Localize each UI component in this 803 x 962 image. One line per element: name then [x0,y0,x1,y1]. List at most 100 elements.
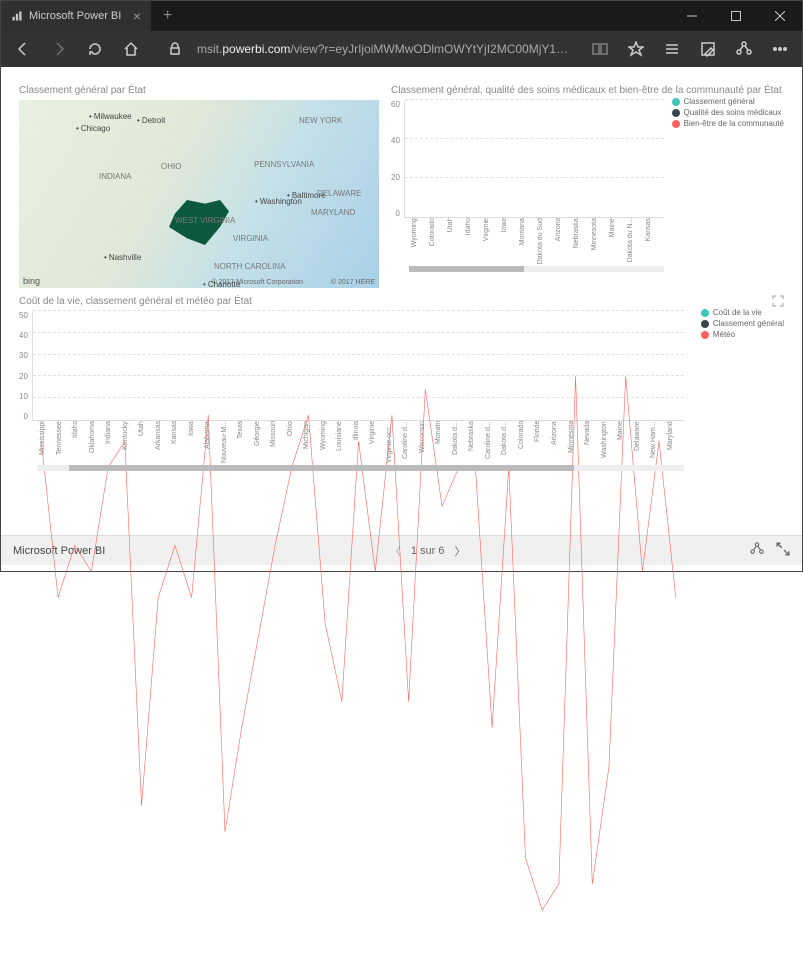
x-tick-label: Louisiane [336,421,352,463]
back-button[interactable] [7,33,39,65]
map-state-label: NORTH CAROLINA [214,262,285,271]
x-tick-label: Wyoming [411,218,428,264]
title-bar: Microsoft Power BI × + [1,1,802,31]
map-state-label: VIRGINIA [233,234,268,243]
home-button[interactable] [115,33,147,65]
minimize-button[interactable] [670,1,714,31]
x-tick-label: Caroline d... [485,421,501,463]
visual-title: Classement général par État [19,85,379,96]
x-tick-label: Michigan [303,421,319,463]
map-state-label: MARYLAND [311,208,355,217]
x-tick-label: Nebraska [573,218,590,264]
map-city-label: Milwaukee [89,112,132,121]
share-button[interactable] [750,542,764,559]
x-tick-label: Maryland [667,421,683,463]
close-button[interactable] [758,1,802,31]
refresh-button[interactable] [79,33,111,65]
x-tick-label: Kentucky [122,421,138,463]
x-tick-label: Colorado [518,421,534,463]
x-tick-label: Virginie [483,218,500,264]
map-state-label: INDIANA [99,172,131,181]
x-tick-label: Maine [617,421,633,463]
chart-scrollbar[interactable] [37,465,684,471]
tab-close-icon[interactable]: × [133,8,141,24]
x-tick-label: Dakota du Sud [537,218,554,264]
x-tick-label: Nebraska [468,421,484,463]
notes-icon[interactable] [692,33,724,65]
map-attribution: © 2017 HERE [331,279,375,286]
x-tick-label: Texas [237,421,253,463]
map-visual[interactable]: Classement général par État bing © 2017 … [19,85,379,288]
x-tick-label: Arizona [555,218,572,264]
x-tick-label: Tennessee [56,421,72,463]
plot-area[interactable] [32,311,684,421]
y-axis: 6040200 [391,100,404,218]
x-tick-label: Maine [609,218,626,264]
browser-tab[interactable]: Microsoft Power BI × [1,1,151,31]
x-tick-label: Floride [534,421,550,463]
fullscreen-button[interactable] [776,542,790,559]
favorite-icon[interactable] [620,33,652,65]
x-tick-label: Minnesota [591,218,608,264]
x-axis-labels: MississippiTennesseeIdahoOklahomaIndiana… [37,421,684,463]
x-tick-label: Caroline d... [402,421,418,463]
x-tick-label: Idaho [465,218,482,264]
powerbi-icon [11,10,23,22]
map-area[interactable]: bing © 2017 Microsoft Corporation © 2017… [19,100,379,288]
more-icon[interactable] [764,33,796,65]
browser-toolbar: msit.powerbi.com/view?r=eyJrIjoiMWMwODlm… [1,31,802,67]
x-tick-label: Oklahoma [89,421,105,463]
map-state-label: NEW YORK [299,116,342,125]
x-axis-labels: WyomingColoradoUtahIdahoVirginieIowaMont… [409,218,664,264]
x-tick-label: Arkansas [155,421,171,463]
report-statusbar: Microsoft Power BI 〈 1 sur 6 〉 [1,535,802,565]
x-tick-label: Washington [601,421,617,463]
x-tick-label: Wisconsin [419,421,435,463]
map-state-label: DELAWARE [317,189,361,198]
lock-icon [165,33,185,65]
report-canvas: Classement général par État bing © 2017 … [1,67,802,535]
pager-label: 1 sur 6 [411,545,445,557]
x-tick-label: Nevada [584,421,600,463]
map-state-label: OHIO [161,162,181,171]
x-tick-label: Iowa [188,421,204,463]
visual-title: Coût de la vie, classement général et mé… [19,296,784,307]
x-tick-label: Géorgie [254,421,270,463]
plot-area[interactable] [404,100,664,218]
reading-view-icon[interactable] [584,33,616,65]
y-axis: 50403020100 [19,311,32,421]
forward-button[interactable] [43,33,75,65]
x-tick-label: Delaware [634,421,650,463]
maximize-button[interactable] [714,1,758,31]
x-tick-label: Montana [519,218,536,264]
x-tick-label: Virginie occ... [386,421,402,463]
map-state-label: WEST VIRGINIA [175,216,235,225]
x-tick-label: New Ham... [650,421,666,463]
brand-label: Microsoft Power BI [13,545,105,557]
pager-next-button[interactable]: 〉 [454,543,465,559]
x-tick-label: Iowa [501,218,518,264]
x-tick-label: Arizona [551,421,567,463]
map-city-label: Chicago [76,124,110,133]
x-tick-label: Minnesota [568,421,584,463]
x-tick-label: Virginie [369,421,385,463]
map-city-label: Charlotte [203,280,240,288]
map-city-label: Detroit [137,116,165,125]
map-state-label: PENNSYLVANIA [254,160,314,169]
x-tick-label: Idaho [72,421,88,463]
address-bar[interactable]: msit.powerbi.com/view?r=eyJrIjoiMWMwODlm… [189,42,580,56]
new-tab-button[interactable]: + [151,7,184,25]
x-tick-label: Monatn [435,421,451,463]
x-tick-label: Wyoming [320,421,336,463]
tab-title: Microsoft Power BI [29,10,121,22]
x-tick-label: Colorado [429,218,446,264]
x-tick-label: Dakota du N... [627,218,644,264]
hub-icon[interactable] [656,33,688,65]
share-icon[interactable] [728,33,760,65]
x-tick-label: Kansas [645,218,662,264]
bottom-bar-chart[interactable]: Coût de la vie, classement général et mé… [19,296,784,535]
pager-prev-button[interactable]: 〈 [390,543,401,559]
x-tick-label: Nouveau-M... [221,421,237,463]
top-bar-chart[interactable]: Classement général, qualité des soins mé… [391,85,784,288]
chart-scrollbar[interactable] [409,266,664,272]
